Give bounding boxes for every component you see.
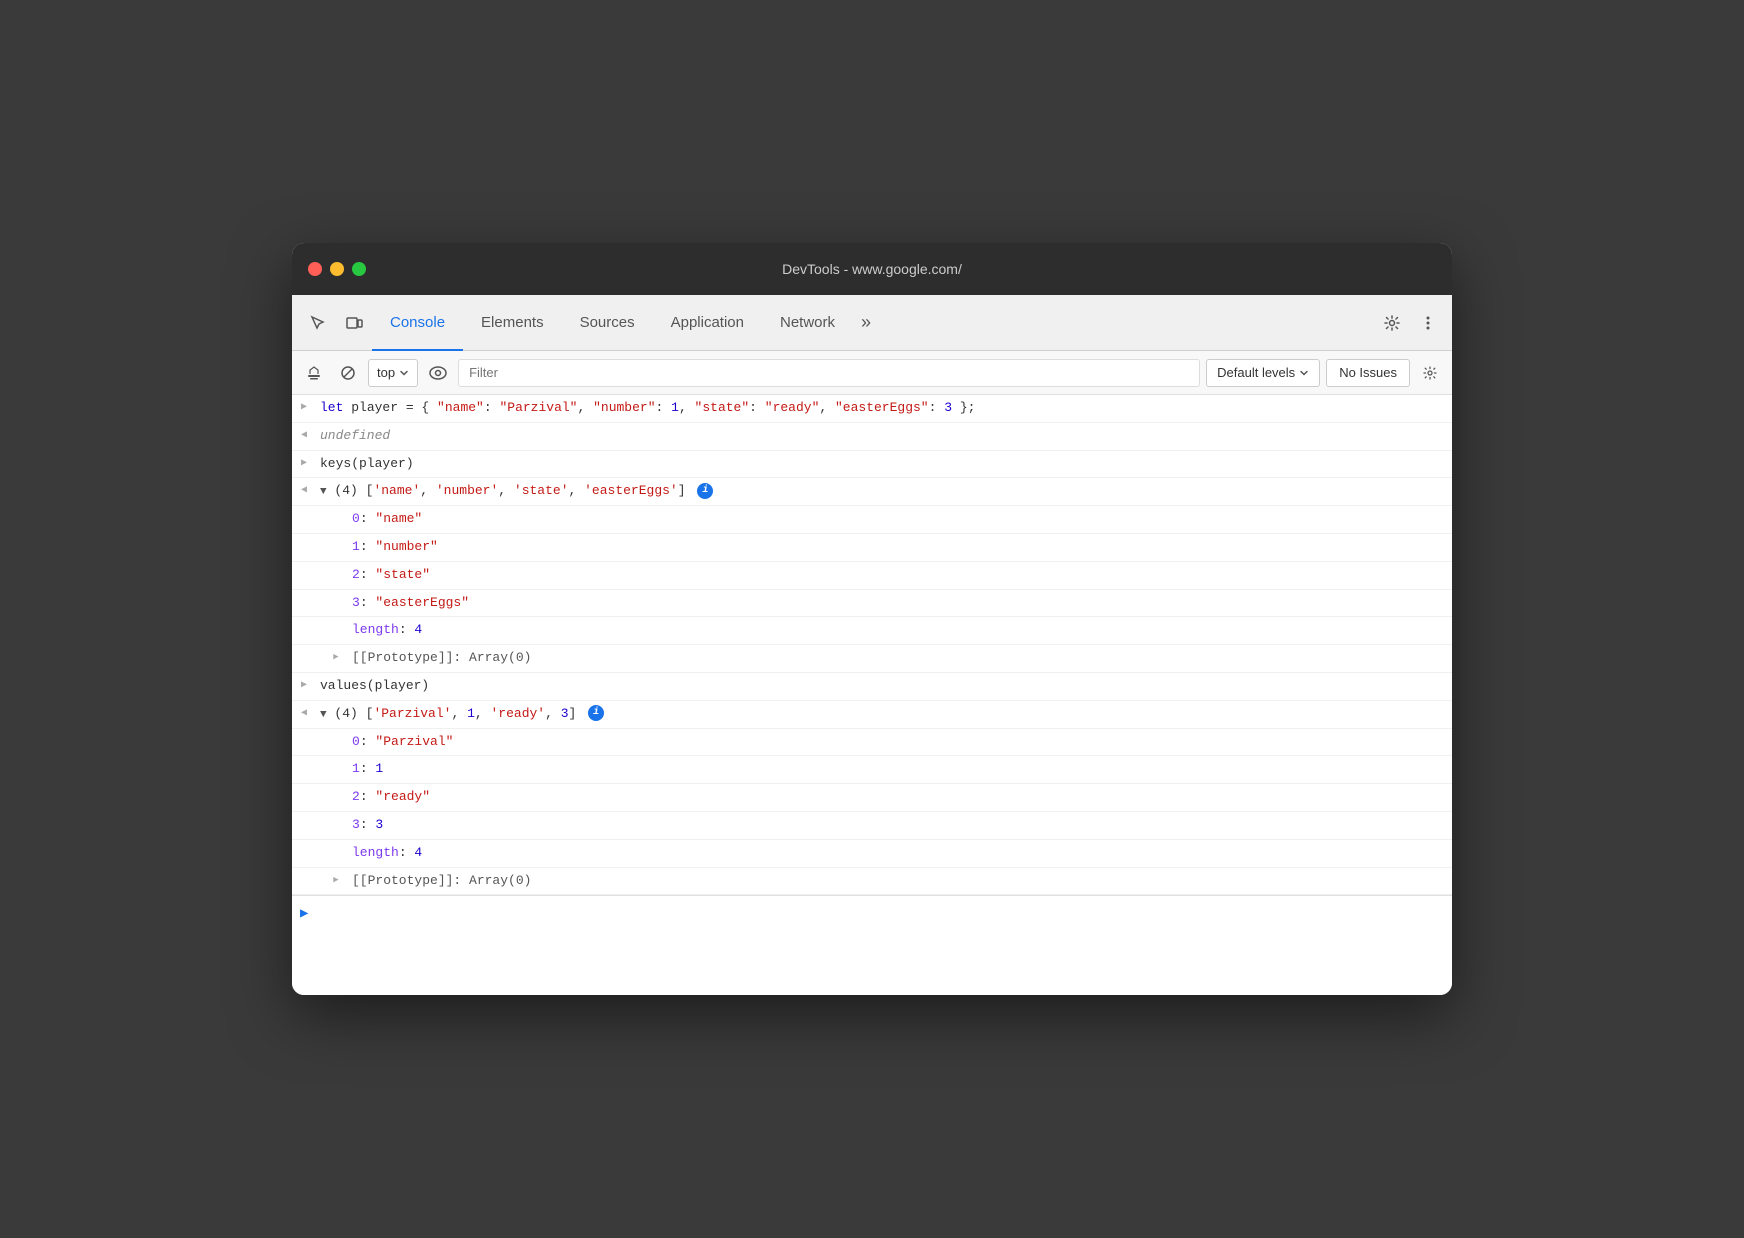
console-line-4-3: 3: "easterEggs" (292, 590, 1452, 618)
toolbar-right (1376, 307, 1444, 339)
console-line-1: ▶ let player = { "name": "Parzival", "nu… (292, 395, 1452, 423)
no-issues-label: No Issues (1339, 365, 1397, 380)
console-line-6-length: length: 4 (292, 840, 1452, 868)
device-toggle-button[interactable] (336, 305, 372, 341)
traffic-lights (308, 262, 366, 276)
eye-icon (429, 366, 447, 380)
console-line-6: ◀ ▼ (4) ['Parzival', 1, 'ready', 3] i (292, 701, 1452, 729)
tab-network[interactable]: Network (762, 296, 853, 351)
title-bar: DevTools - www.google.com/ (292, 243, 1452, 295)
settings-button[interactable] (1376, 307, 1408, 339)
clear-console-button[interactable] (300, 359, 328, 387)
console-line-3: ▶ keys(player) (292, 451, 1452, 479)
eye-button[interactable] (424, 359, 452, 387)
chevron-down-icon (399, 368, 409, 378)
main-toolbar: Console Elements Sources Application Net… (292, 295, 1452, 351)
back-arrow-6: ◀ (292, 704, 316, 722)
gear-icon (1422, 365, 1438, 381)
inspect-element-button[interactable] (300, 305, 336, 341)
chevron-down-icon (1299, 368, 1309, 378)
info-badge-2[interactable]: i (588, 705, 604, 721)
filter-input[interactable] (458, 359, 1200, 387)
console-line-4-2: 2: "state" (292, 562, 1452, 590)
console-line-2: ◀ undefined (292, 423, 1452, 451)
prompt-arrow: ▶ (300, 905, 308, 922)
device-icon (345, 314, 363, 332)
console-line-6-proto: ▶ [[Prototype]]: Array(0) (292, 868, 1452, 896)
line-content-2: undefined (316, 426, 1444, 447)
console-line-6-1: 1: 1 (292, 756, 1452, 784)
console-settings-button[interactable] (1416, 359, 1444, 387)
context-label: top (377, 365, 395, 380)
clear-icon (306, 365, 322, 381)
maximize-button[interactable] (352, 262, 366, 276)
cursor-icon (309, 314, 327, 332)
line-content-4: ▼ (4) ['name', 'number', 'state', 'easte… (316, 481, 1444, 502)
console-line-4-length: length: 4 (292, 617, 1452, 645)
back-arrow-2: ◀ (292, 426, 316, 444)
console-line-5: ▶ values(player) (292, 673, 1452, 701)
devtools-window: DevTools - www.google.com/ Console Eleme… (292, 243, 1452, 995)
minimize-button[interactable] (330, 262, 344, 276)
ban-icon (340, 365, 356, 381)
console-line-6-0: 0: "Parzival" (292, 729, 1452, 757)
console-output: ▶ let player = { "name": "Parzival", "nu… (292, 395, 1452, 995)
line-content-3: keys(player) (316, 454, 1444, 475)
console-line-6-2: 2: "ready" (292, 784, 1452, 812)
line-content-5: values(player) (316, 676, 1444, 697)
line-content-6: ▼ (4) ['Parzival', 1, 'ready', 3] i (316, 704, 1444, 725)
info-badge[interactable]: i (697, 483, 713, 499)
expand-arrow-5[interactable]: ▶ (292, 676, 316, 694)
console-line-4-0: 0: "name" (292, 506, 1452, 534)
console-prompt: ▶ (292, 895, 1452, 931)
console-toolbar: top Default levels No Issues (292, 351, 1452, 395)
more-options-button[interactable] (1412, 307, 1444, 339)
console-input[interactable] (316, 906, 1444, 921)
back-arrow-4: ◀ (292, 481, 316, 499)
context-selector[interactable]: top (368, 359, 418, 387)
line-content-1: let player = { "name": "Parzival", "numb… (316, 398, 1444, 419)
console-line-4: ◀ ▼ (4) ['name', 'number', 'state', 'eas… (292, 478, 1452, 506)
close-button[interactable] (308, 262, 322, 276)
expand-arrow-1[interactable]: ▶ (292, 398, 316, 416)
tab-bar: Console Elements Sources Application Net… (372, 295, 1368, 350)
dots-vertical-icon (1419, 314, 1437, 332)
log-levels-button[interactable]: Default levels (1206, 359, 1320, 387)
no-issues-button[interactable]: No Issues (1326, 359, 1410, 387)
expand-arrow-3[interactable]: ▶ (292, 454, 316, 472)
console-line-6-3: 3: 3 (292, 812, 1452, 840)
no-filter-button[interactable] (334, 359, 362, 387)
tab-application[interactable]: Application (653, 296, 762, 351)
levels-label: Default levels (1217, 365, 1295, 380)
tab-sources[interactable]: Sources (562, 296, 653, 351)
window-title: DevTools - www.google.com/ (782, 261, 962, 277)
tab-console[interactable]: Console (372, 296, 463, 351)
tab-elements[interactable]: Elements (463, 296, 562, 351)
console-line-4-1: 1: "number" (292, 534, 1452, 562)
console-line-4-proto: ▶ [[Prototype]]: Array(0) (292, 645, 1452, 673)
more-tabs-button[interactable]: » (853, 295, 879, 350)
gear-icon (1383, 314, 1401, 332)
